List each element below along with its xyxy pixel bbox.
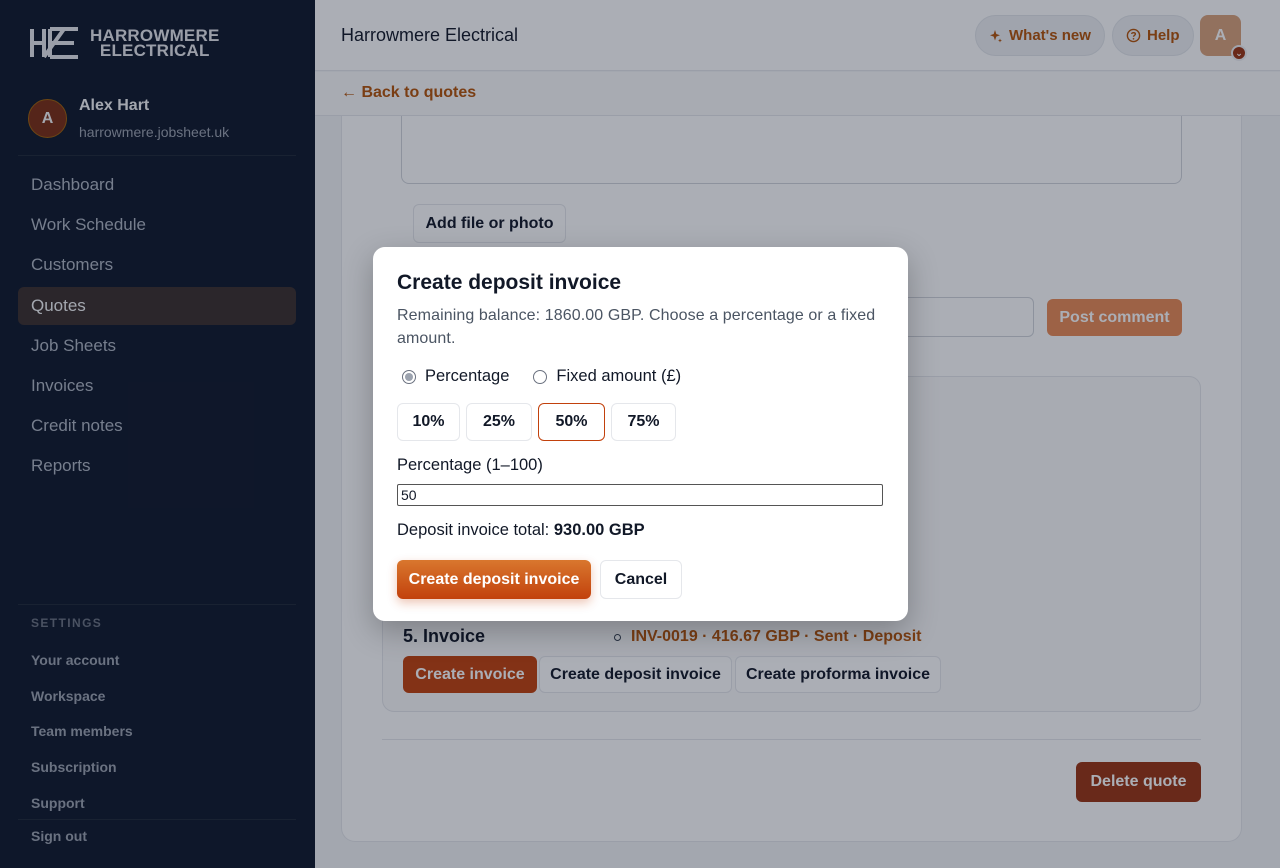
modal-subtitle: Remaining balance: 1860.00 GBP. Choose a…: [397, 307, 876, 347]
radio-percentage[interactable]: [402, 369, 416, 384]
deposit-mode-radio-group: Percentage Fixed amount (£): [402, 367, 681, 386]
preset-75-button[interactable]: 75%: [611, 403, 676, 441]
cancel-button[interactable]: Cancel: [600, 560, 682, 599]
percentage-input[interactable]: [397, 484, 883, 506]
preset-25-button[interactable]: 25%: [466, 403, 532, 441]
percentage-field-label: Percentage (1–100): [397, 456, 543, 474]
deposit-invoice-modal: Create deposit invoice Remaining balance…: [373, 247, 908, 621]
preset-10-button[interactable]: 10%: [397, 403, 460, 441]
create-deposit-invoice-confirm-button[interactable]: Create deposit invoice: [397, 560, 591, 599]
deposit-total-value: 930.00 GBP: [553, 521, 645, 539]
deposit-total: Deposit invoice total: 930.00 GBP: [397, 521, 645, 540]
radio-fixed-amount-label[interactable]: Fixed amount (£): [556, 367, 681, 386]
radio-percentage-label[interactable]: Percentage: [425, 367, 509, 386]
preset-50-button[interactable]: 50%: [538, 403, 605, 441]
radio-fixed-amount[interactable]: [533, 369, 548, 384]
modal-title: Create deposit invoice: [397, 271, 622, 294]
deposit-total-label: Deposit invoice total:: [397, 521, 554, 539]
